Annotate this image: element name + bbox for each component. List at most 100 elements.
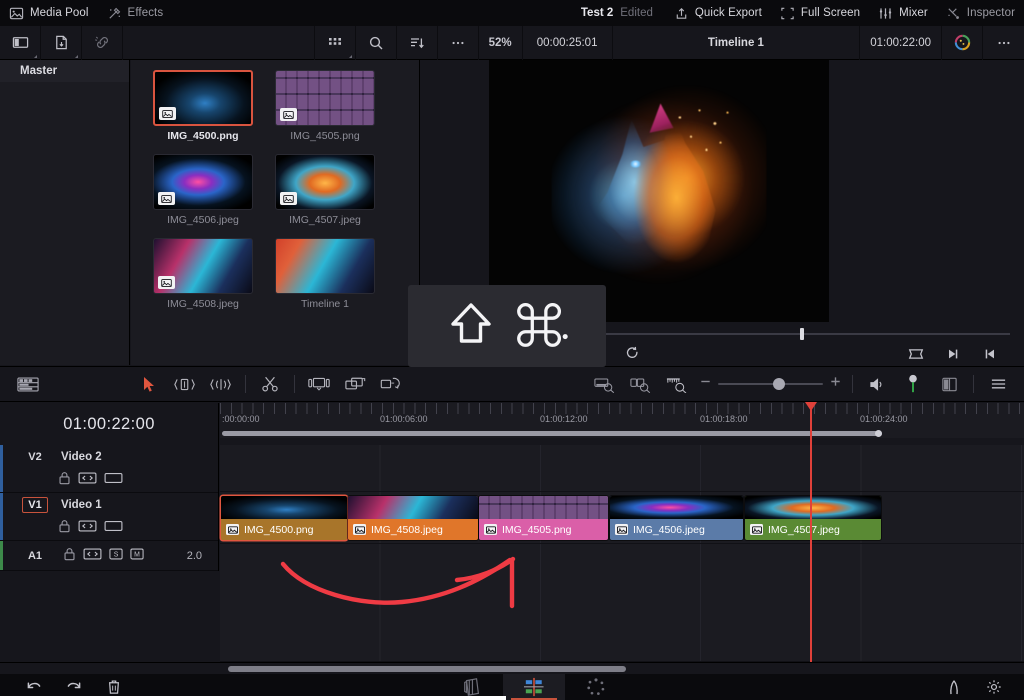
audio-level-icon[interactable] xyxy=(859,366,895,402)
timeline-horizontal-scrollbar[interactable] xyxy=(0,662,1024,674)
scrollbar-thumb[interactable] xyxy=(222,431,882,436)
settings-icon[interactable] xyxy=(974,674,1014,700)
more-options-icon[interactable] xyxy=(983,26,1024,60)
edit-page-icon[interactable] xyxy=(503,674,565,700)
clip-type-icon xyxy=(353,524,366,535)
insert-clip-icon[interactable] xyxy=(301,366,337,402)
bin-master[interactable]: Master xyxy=(0,60,129,82)
media-thumbnail[interactable]: IMG_4500.png xyxy=(153,70,253,142)
auto-select-icon[interactable] xyxy=(78,519,97,538)
selection-tool-icon[interactable] xyxy=(131,366,167,402)
zoom-slider-handle[interactable] xyxy=(772,378,785,390)
zoom-level-value[interactable]: 52% xyxy=(479,25,523,60)
timeline-name[interactable]: Timeline 1 xyxy=(613,25,861,60)
zoom-in-icon[interactable] xyxy=(829,375,842,393)
timeline-canvas[interactable]: IMG_4500.png IMG_4508.jpeg IMG_4505.png … xyxy=(220,445,1024,662)
inspector-button[interactable]: Inspector xyxy=(937,0,1024,26)
thumbnail-view-icon[interactable] xyxy=(315,25,356,60)
zoom-slider[interactable] xyxy=(718,378,823,390)
timeline-view-icon[interactable] xyxy=(10,366,46,402)
mixer-button[interactable]: Mixer xyxy=(869,0,937,26)
svg-text:M: M xyxy=(134,551,140,558)
link-clips-icon[interactable] xyxy=(82,25,123,60)
timeline-clip[interactable]: IMG_4508.jpeg xyxy=(348,496,478,540)
lock-track-icon[interactable] xyxy=(58,519,71,538)
track-id-badge[interactable]: A1 xyxy=(22,548,48,564)
audio-track-row: A1 S M 2.0 xyxy=(0,541,218,571)
media-thumbnail[interactable]: IMG_4506.jpeg xyxy=(153,154,253,226)
thumbnail-label: IMG_4508.jpeg xyxy=(167,298,239,310)
lock-track-icon[interactable] xyxy=(63,547,76,566)
timeline-clip[interactable]: IMG_4507.jpeg xyxy=(745,496,881,540)
track-color-strip xyxy=(0,445,3,492)
auto-select-icon[interactable] xyxy=(83,547,102,566)
color-wheel-icon[interactable] xyxy=(942,25,983,60)
clip-footer: IMG_4500.png xyxy=(221,519,347,540)
timeline-ruler[interactable]: :00:00:00 01:00:06:00 01:00:12:00 01:00:… xyxy=(220,403,1024,431)
more-options-icon[interactable] xyxy=(438,25,479,60)
scrubber-handle[interactable] xyxy=(800,328,805,340)
clip-name-label: IMG_4505.png xyxy=(502,523,572,536)
mark-out-icon[interactable] xyxy=(934,342,971,365)
timeline-clip[interactable]: IMG_4506.jpeg xyxy=(610,496,743,540)
dynamic-trim-tool-icon[interactable] xyxy=(203,366,239,402)
scrollbar-thumb[interactable] xyxy=(228,666,626,672)
scrollbar-knob[interactable] xyxy=(875,430,882,437)
lock-track-icon[interactable] xyxy=(58,471,71,490)
toolbar-spacer xyxy=(123,25,315,60)
full-screen-button[interactable]: Full Screen xyxy=(771,0,869,26)
replace-clip-icon[interactable] xyxy=(373,366,409,402)
fusion-page-icon[interactable] xyxy=(565,674,627,700)
effects-button[interactable]: Effects xyxy=(98,0,173,26)
clip-name-label: IMG_4500.png xyxy=(244,523,314,536)
timeline-clip[interactable]: IMG_4505.png xyxy=(479,496,608,540)
split-view-icon[interactable] xyxy=(931,366,967,402)
track-controls-row xyxy=(0,517,218,540)
razor-tool-icon[interactable] xyxy=(252,366,288,402)
timeline-lane-v2[interactable] xyxy=(220,445,1024,492)
toolbar-divider xyxy=(852,375,853,393)
timeline-menu-icon[interactable] xyxy=(980,366,1016,402)
track-id-badge[interactable]: V2 xyxy=(22,449,48,465)
timeline-clip[interactable]: IMG_4500.png xyxy=(221,496,347,540)
enable-track-icon[interactable] xyxy=(104,519,123,538)
auto-select-icon[interactable] xyxy=(78,471,97,490)
timeline-playhead-timecode: 01:00:22:00 xyxy=(63,414,155,433)
full-zoom-icon[interactable] xyxy=(659,366,695,402)
search-icon[interactable] xyxy=(356,25,397,60)
quick-export-button[interactable]: Quick Export xyxy=(665,0,771,26)
timeline-zoom-scrollbar[interactable] xyxy=(220,429,1024,438)
source-timecode[interactable]: 00:00:25:01 xyxy=(523,25,613,60)
davinci-resolve-window: Media Pool Effects Test 2 Edited Quick E… xyxy=(0,0,1024,700)
detail-zoom-icon[interactable] xyxy=(623,366,659,402)
overwrite-clip-icon[interactable] xyxy=(337,366,373,402)
playhead-handle[interactable] xyxy=(805,402,817,411)
marker-icon[interactable] xyxy=(895,366,931,402)
media-thumbnail[interactable]: IMG_4507.jpeg xyxy=(275,154,375,226)
timeline-timecode-panel[interactable]: 01:00:22:00 xyxy=(0,403,219,445)
trim-edit-tool-icon[interactable] xyxy=(167,366,203,402)
zoom-out-icon[interactable] xyxy=(699,375,712,393)
timeline-lane-a1[interactable] xyxy=(220,544,1024,662)
sidebar-toggle-icon[interactable] xyxy=(0,25,41,60)
sort-order-icon[interactable] xyxy=(397,25,438,60)
zoom-to-fit-icon[interactable] xyxy=(587,366,623,402)
mute-icon[interactable]: M xyxy=(130,547,144,566)
media-pool-button[interactable]: Media Pool xyxy=(0,0,98,26)
home-icon[interactable] xyxy=(934,674,974,700)
timeline-lane-v1[interactable]: IMG_4500.png IMG_4508.jpeg IMG_4505.png … xyxy=(220,492,1024,544)
media-thumbnail[interactable]: IMG_4508.jpeg xyxy=(153,238,253,310)
media-thumbnail[interactable]: Timeline 1 xyxy=(275,238,375,310)
track-id-badge[interactable]: V1 xyxy=(22,497,48,513)
timeline-timecode[interactable]: 01:00:22:00 xyxy=(860,25,942,60)
loop-icon[interactable] xyxy=(614,342,651,365)
mark-in-icon[interactable] xyxy=(971,342,1008,365)
media-thumbnail[interactable]: IMG_4505.png xyxy=(275,70,375,142)
viewer-canvas[interactable] xyxy=(489,60,829,322)
enable-track-icon[interactable] xyxy=(104,471,123,490)
timeline-playhead[interactable] xyxy=(805,402,817,662)
track-gain-value[interactable]: 2.0 xyxy=(187,550,202,562)
solo-icon[interactable]: S xyxy=(109,547,123,566)
import-media-icon[interactable] xyxy=(41,25,82,60)
mark-clip-icon[interactable] xyxy=(897,342,934,365)
